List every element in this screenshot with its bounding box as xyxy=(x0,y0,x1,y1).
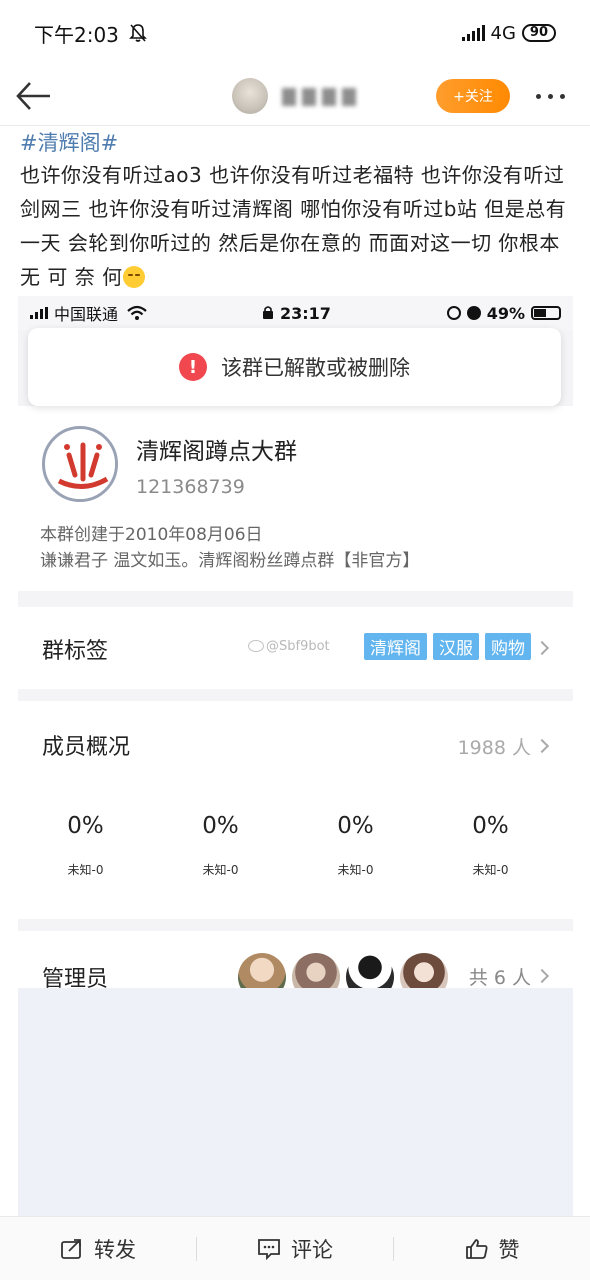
repost-icon xyxy=(61,1238,81,1259)
signal-icon xyxy=(461,25,485,41)
tag-item: 购物 xyxy=(485,633,531,660)
group-tags-label: 群标签 xyxy=(42,639,109,664)
member-count: 1988 人 xyxy=(457,737,531,759)
group-id: 121368739 xyxy=(136,476,245,498)
group-created-date: 本群创建于2010年08月06日 xyxy=(40,525,263,545)
topic-link[interactable]: #清辉阁# xyxy=(20,128,575,158)
stat-label: 未知-0 xyxy=(67,863,104,877)
author-avatar[interactable] xyxy=(232,78,268,114)
group-header: 清辉阁蹲点大群 121368739 本群创建于2010年08月06日 谦谦君子 … xyxy=(18,406,573,591)
group-avatar xyxy=(42,426,118,502)
member-stat: 0% 未知-0 xyxy=(288,797,423,878)
stat-label: 未知-0 xyxy=(472,863,509,877)
status-time: 下午2:03 xyxy=(34,22,119,47)
stat-value: 0% xyxy=(337,813,374,839)
error-icon: ! xyxy=(179,353,207,381)
weibo-icon xyxy=(248,640,264,652)
nav-bar: +关注 xyxy=(0,66,590,126)
stat-label: 未知-0 xyxy=(202,863,239,877)
tag-item: 汉服 xyxy=(433,633,479,660)
group-tags-row[interactable]: 群标签 @Sbf9bot 清辉阁 汉服 购物 xyxy=(18,607,573,689)
tag-list: 清辉阁 汉服 购物 xyxy=(364,633,531,660)
pensive-emoji-icon xyxy=(122,266,145,288)
like-label: 赞 xyxy=(498,1237,520,1262)
image-status-bar: 中国联通 23:17 49% xyxy=(18,296,573,330)
bottom-action-bar: 转发 评论 赞 xyxy=(0,1216,590,1280)
members-overview-label: 成员概况 xyxy=(42,735,131,760)
repost-label: 转发 xyxy=(94,1237,136,1262)
image-signal-icon xyxy=(30,307,48,319)
post-body: 也许你没有听过ao3 也许你没有听过老福特 也许你没有听过剑网三 也许你没有听过… xyxy=(20,163,567,289)
follow-button[interactable]: +关注 xyxy=(436,79,510,113)
thumbs-up-icon xyxy=(465,1238,487,1259)
image-battery-text: 49% xyxy=(486,303,525,323)
wifi-icon xyxy=(127,305,147,320)
comment-icon xyxy=(258,1238,280,1260)
rotation-lock-icon xyxy=(446,306,461,320)
status-bar: 下午2:03 4G 90 xyxy=(0,0,590,66)
weibo-watermark: @Sbf9bot xyxy=(248,639,330,654)
member-stats: 0% 未知-0 0% 未知-0 0% 未知-0 0% 未知-0 xyxy=(18,797,573,878)
image-carrier: 中国联通 xyxy=(54,305,119,324)
stat-value: 0% xyxy=(67,813,104,839)
network-type: 4G xyxy=(490,22,516,44)
author-name-blurred[interactable] xyxy=(276,82,406,110)
member-stat: 0% 未知-0 xyxy=(18,797,153,878)
member-stat: 0% 未知-0 xyxy=(423,797,558,878)
chevron-right-icon xyxy=(534,968,550,984)
image-time: 23:17 xyxy=(280,303,331,323)
members-overview[interactable]: 成员概况 1988 人 0% 未知-0 0% 未知-0 0% 未知-0 0% 未… xyxy=(18,701,573,919)
lock-icon xyxy=(263,306,273,319)
post-content: #清辉阁# 也许你没有听过ao3 也许你没有听过老福特 也许你没有听过剑网三 也… xyxy=(20,128,575,294)
repost-button[interactable]: 转发 xyxy=(0,1234,196,1264)
stat-label: 未知-0 xyxy=(337,863,374,877)
battery-level: 90 xyxy=(521,24,556,42)
alarm-icon xyxy=(466,306,481,320)
like-button[interactable]: 赞 xyxy=(394,1234,590,1264)
empty-area xyxy=(18,988,573,1216)
stat-value: 0% xyxy=(472,813,509,839)
tag-item: 清辉阁 xyxy=(364,633,427,660)
more-icon[interactable] xyxy=(536,94,565,99)
stat-value: 0% xyxy=(202,813,239,839)
error-toast: ! 该群已解散或被删除 xyxy=(28,328,561,406)
mute-bell-icon xyxy=(128,24,147,42)
chevron-right-icon xyxy=(534,640,550,656)
toast-message: 该群已解散或被删除 xyxy=(221,356,410,380)
post-image[interactable]: 中国联通 23:17 49% 清辉阁蹲点大群 121368739 本群创建于20… xyxy=(18,296,573,1216)
group-name: 清辉阁蹲点大群 xyxy=(136,439,297,465)
admin-total: 共 6 人 xyxy=(468,967,531,989)
comment-label: 评论 xyxy=(291,1237,333,1262)
chevron-right-icon xyxy=(534,738,550,754)
member-stat: 0% 未知-0 xyxy=(153,797,288,878)
group-description: 谦谦君子 温文如玉。清辉阁粉丝蹲点群【非官方】 xyxy=(40,551,420,571)
image-battery-icon xyxy=(531,306,561,320)
comment-button[interactable]: 评论 xyxy=(197,1234,393,1264)
back-arrow-icon[interactable] xyxy=(14,78,54,114)
